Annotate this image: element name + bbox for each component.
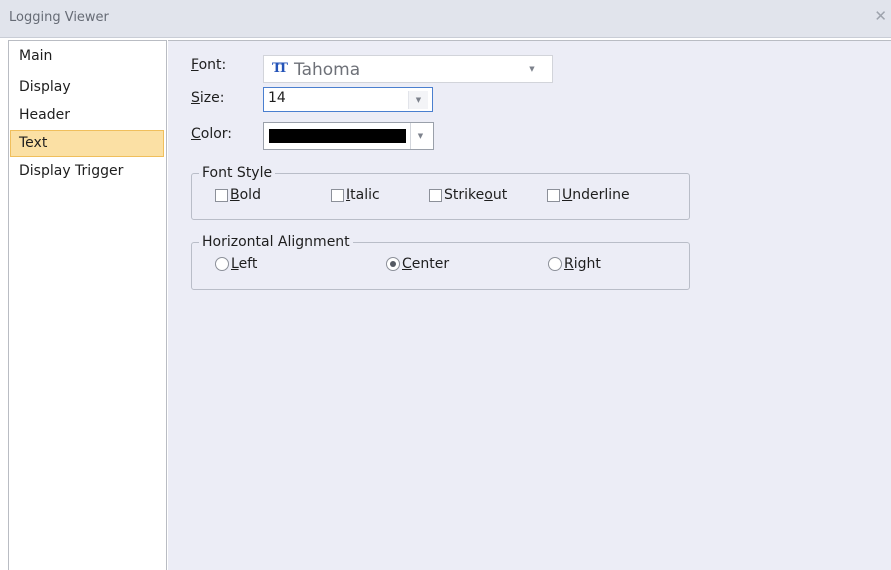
chevron-down-icon[interactable]: ▼	[522, 56, 542, 82]
font-combobox[interactable]: TT Tahoma ▼	[263, 55, 553, 83]
radio-button[interactable]	[548, 257, 562, 271]
align-right-label: Right	[564, 256, 601, 272]
italic-checkbox[interactable]: Italic	[331, 186, 380, 204]
horizontal-alignment-group: Horizontal Alignment Left Center Right	[191, 233, 690, 290]
close-icon[interactable]: ✕	[874, 9, 887, 24]
chevron-down-icon[interactable]: ▼	[410, 123, 430, 149]
strikeout-checkbox[interactable]: Strikeout	[429, 186, 507, 204]
category-list: Main Display Header Text Display Trigger	[8, 40, 167, 570]
size-label: Size:	[191, 90, 225, 106]
italic-label: Italic	[346, 187, 380, 203]
underline-checkbox[interactable]: Underline	[547, 186, 630, 204]
font-value: Tahoma	[294, 60, 361, 80]
radio-button[interactable]	[215, 257, 229, 271]
bold-label: Bold	[230, 187, 261, 203]
sidebar-item-main[interactable]: Main	[10, 43, 164, 70]
bold-checkbox[interactable]: Bold	[215, 186, 261, 204]
align-left-label: Left	[231, 256, 258, 272]
radio-button-selected[interactable]	[386, 257, 400, 271]
checkbox-box[interactable]	[429, 188, 442, 202]
checkbox-box[interactable]	[331, 188, 344, 202]
color-swatch	[269, 129, 406, 143]
color-picker[interactable]: ▼	[263, 122, 434, 150]
sidebar-item-text[interactable]: Text	[10, 130, 164, 157]
size-value: 14	[268, 90, 286, 106]
color-label: Color:	[191, 126, 233, 142]
font-label: Font:	[191, 57, 227, 73]
horizontal-alignment-title: Horizontal Alignment	[199, 233, 353, 251]
sidebar-item-display[interactable]: Display	[10, 74, 164, 101]
sidebar-item-display-trigger[interactable]: Display Trigger	[10, 158, 164, 185]
align-right-radio[interactable]: Right	[548, 255, 601, 273]
strikeout-label: Strikeout	[444, 187, 508, 203]
align-center-radio[interactable]: Center	[386, 255, 449, 273]
chevron-down-icon[interactable]: ▼	[408, 91, 428, 109]
size-combobox[interactable]: 14 ▼	[263, 87, 433, 112]
font-style-group: Font Style Bold Italic Strikeout Underli…	[191, 164, 690, 220]
title-bar: Logging Viewer ✕	[0, 0, 891, 38]
truetype-font-icon: TT	[272, 61, 288, 76]
checkbox-box[interactable]	[547, 188, 560, 202]
align-left-radio[interactable]: Left	[215, 255, 257, 273]
align-center-label: Center	[402, 256, 450, 272]
underline-label: Underline	[562, 187, 630, 203]
font-style-title: Font Style	[199, 164, 276, 182]
sidebar-item-header[interactable]: Header	[10, 102, 164, 129]
text-settings-panel: Font: TT Tahoma ▼ Size: 14 ▼ Color: ▼ Fo…	[168, 40, 891, 570]
window-title: Logging Viewer	[9, 10, 109, 25]
checkbox-box[interactable]	[215, 188, 228, 202]
